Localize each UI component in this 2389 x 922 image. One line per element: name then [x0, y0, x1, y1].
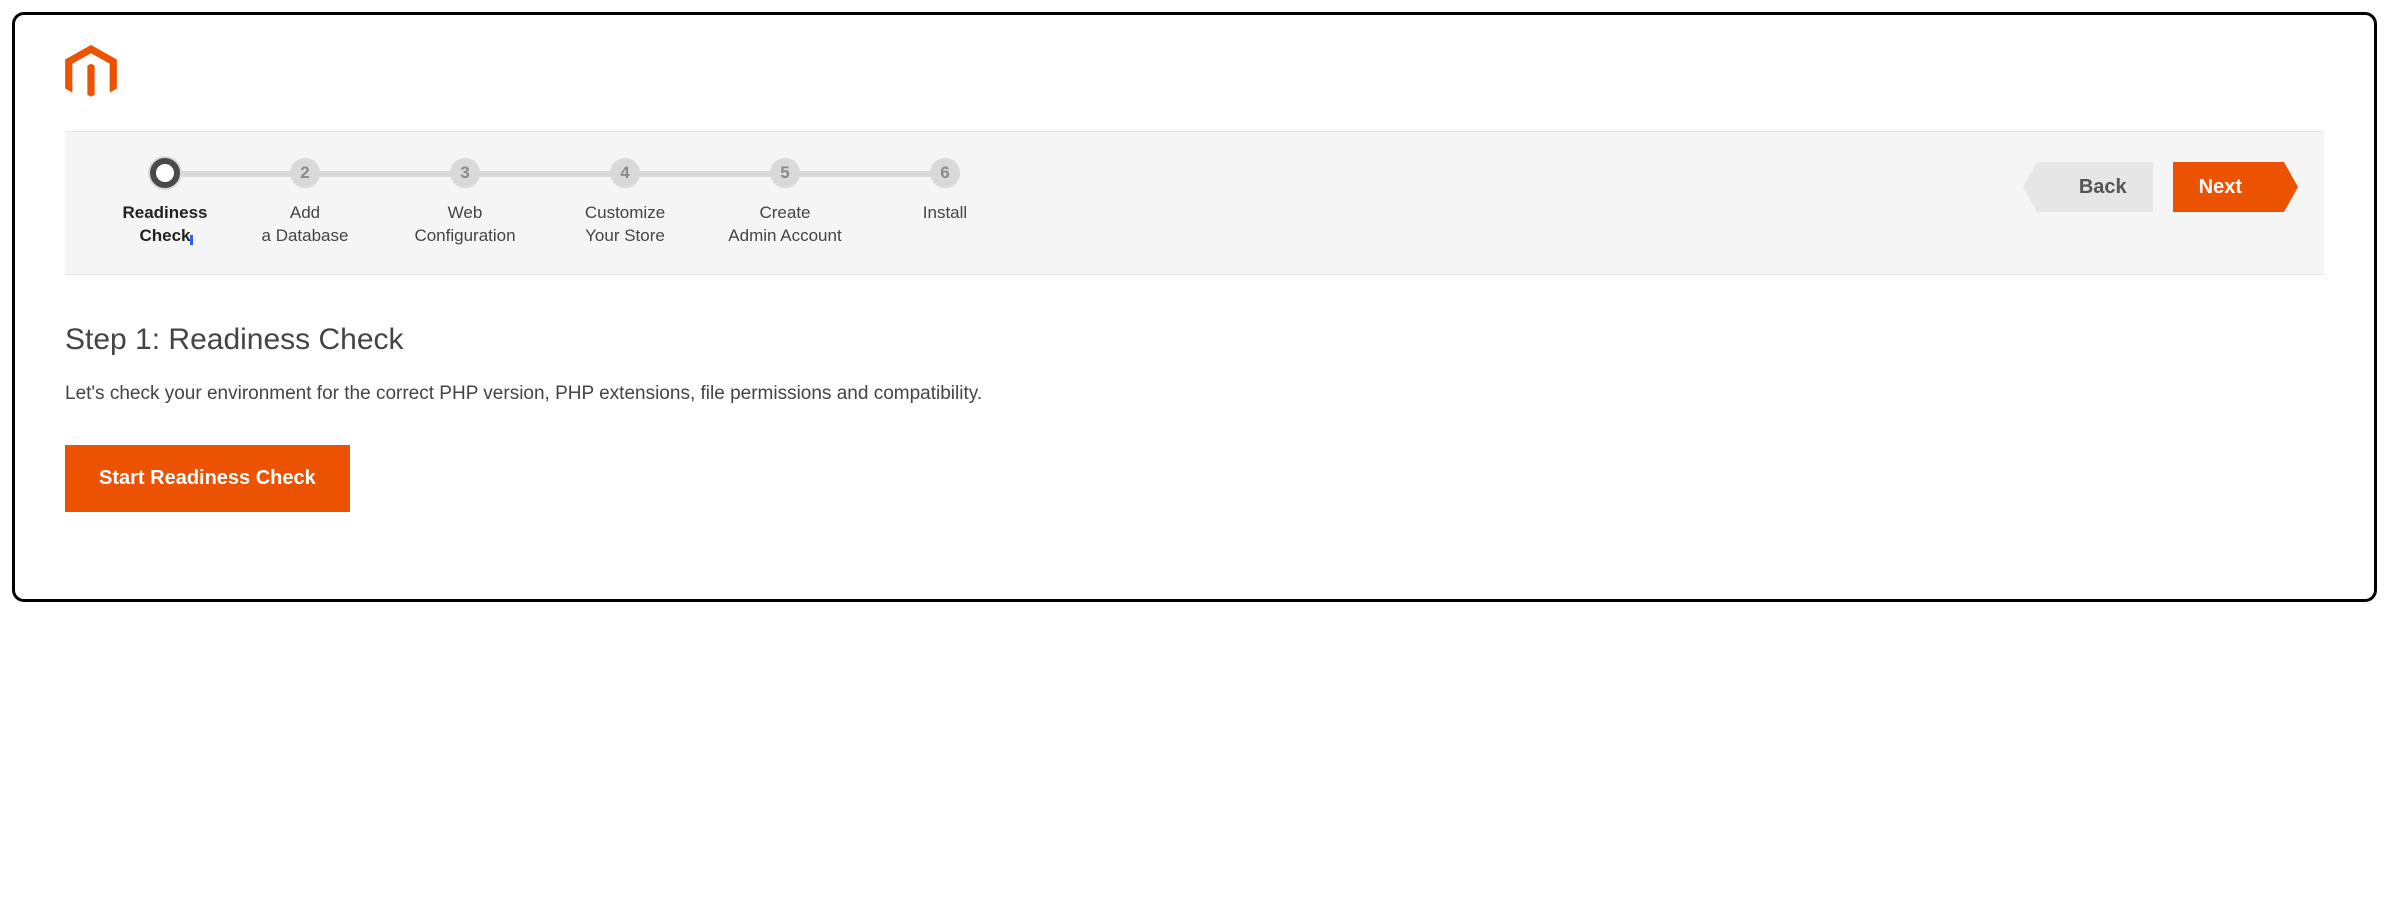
steps: 1 Readiness Check 2 Add a Database 3 Web… — [105, 158, 1025, 248]
stepper-bar: 1 Readiness Check 2 Add a Database 3 Web… — [65, 131, 2324, 275]
step-install[interactable]: 6 Install — [865, 158, 1025, 225]
start-readiness-check-button[interactable]: Start Readiness Check — [65, 445, 350, 512]
step-circle: 5 — [770, 158, 800, 188]
step-circle-active: 1 — [150, 158, 180, 188]
step-readiness-check[interactable]: 1 Readiness Check — [105, 158, 225, 248]
magento-logo-icon — [65, 45, 117, 103]
installer-frame: 1 Readiness Check 2 Add a Database 3 Web… — [12, 12, 2377, 602]
step-label: Web Configuration — [414, 202, 515, 248]
next-button[interactable]: Next — [2173, 162, 2284, 212]
nav-buttons: Back Next — [2037, 162, 2284, 212]
step-circle: 2 — [290, 158, 320, 188]
step-connector — [465, 171, 625, 177]
step-connector — [305, 171, 465, 177]
step-circle: 6 — [930, 158, 960, 188]
step-circle: 3 — [450, 158, 480, 188]
step-connector — [625, 171, 785, 177]
step-label: Install — [923, 202, 967, 225]
page-title: Step 1: Readiness Check — [65, 323, 2324, 357]
cursor-tick-icon — [190, 232, 198, 250]
page-description: Let's check your environment for the cor… — [65, 383, 2324, 405]
magento-logo — [65, 45, 2324, 103]
step-label: Add a Database — [262, 202, 349, 248]
step-label: Create Admin Account — [728, 202, 841, 248]
step-connector — [785, 171, 945, 177]
step-circle: 4 — [610, 158, 640, 188]
step-label: Customize Your Store — [585, 202, 665, 248]
back-button[interactable]: Back — [2037, 162, 2153, 212]
